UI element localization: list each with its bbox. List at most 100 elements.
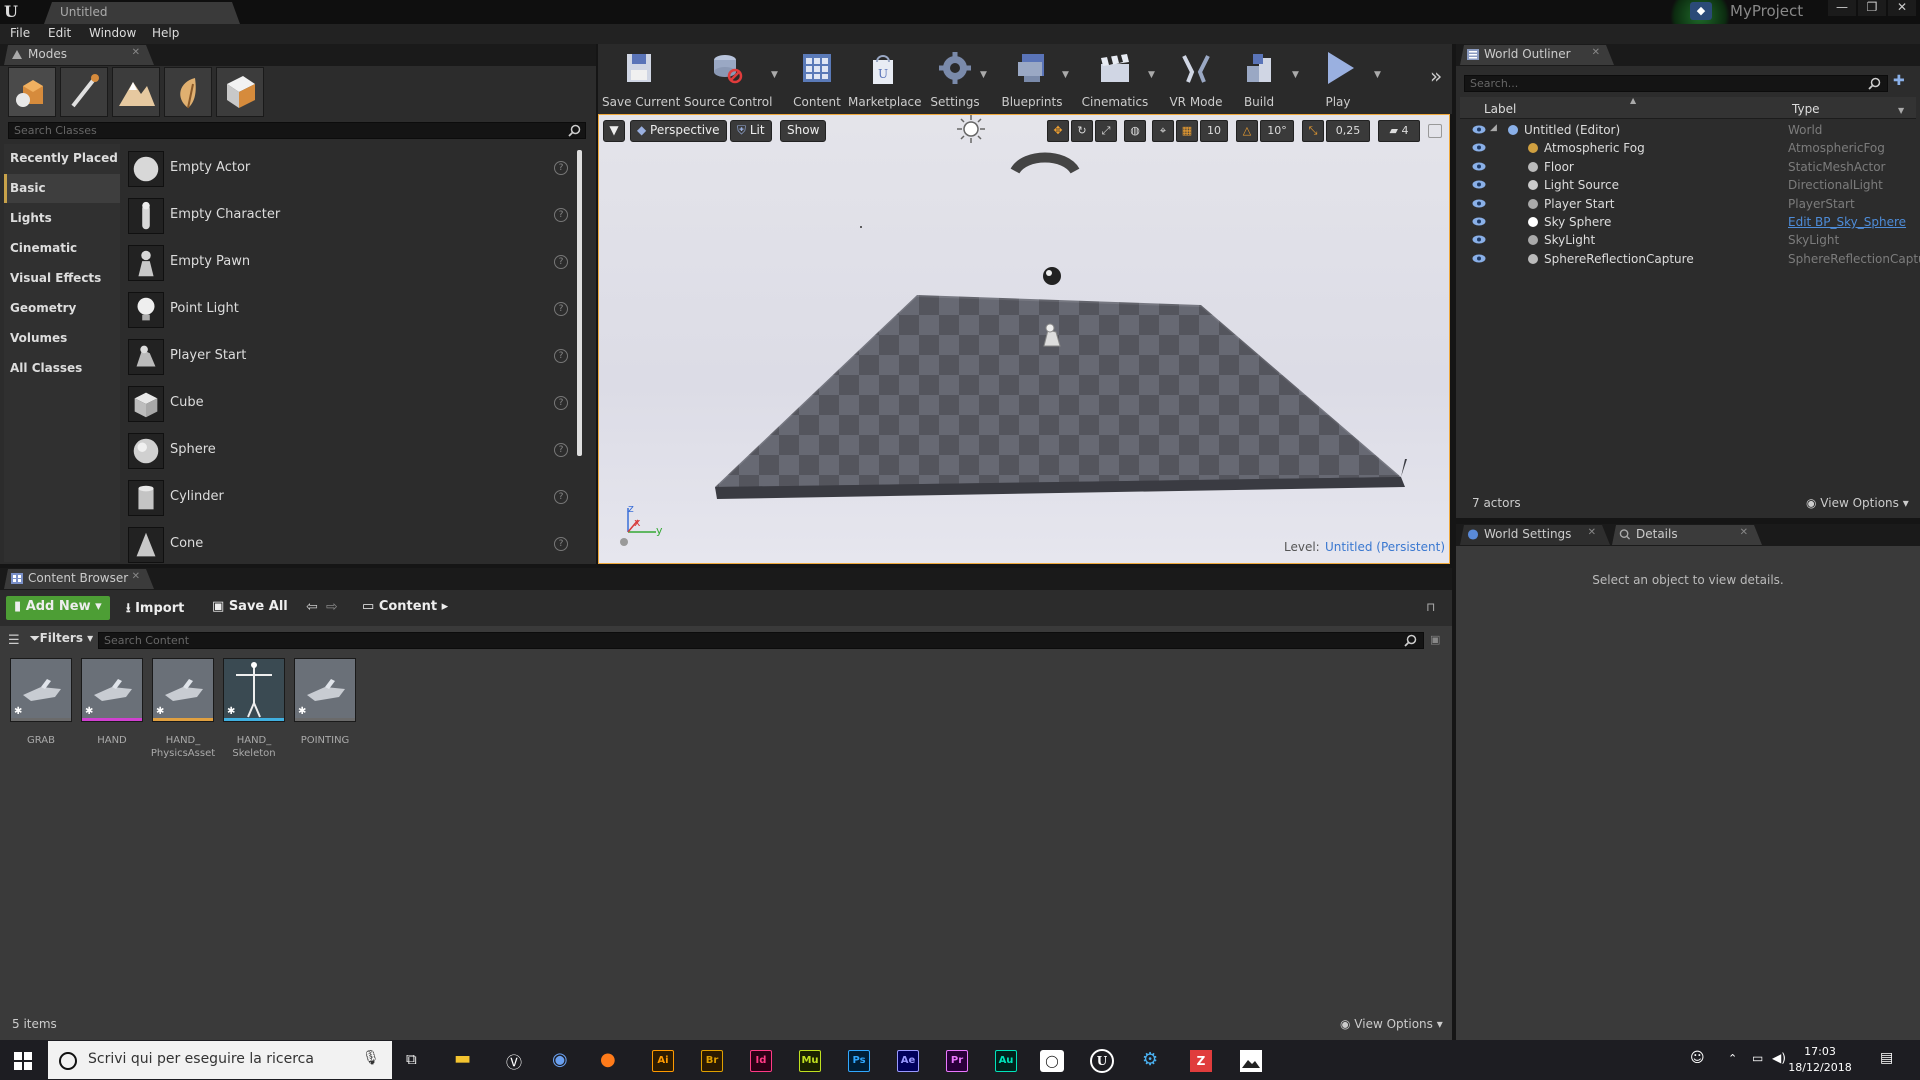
tray-chevron-icon[interactable]: ⌃: [1728, 1052, 1737, 1065]
outliner-row[interactable]: Light Source DirectionalLight: [1466, 177, 1916, 195]
windows-start-icon[interactable]: [14, 1052, 32, 1070]
viewport-options-dropdown[interactable]: ▼: [603, 120, 625, 142]
asset-tile[interactable]: ✱: [294, 658, 356, 722]
show-button[interactable]: Show: [780, 120, 827, 142]
rotation-snap-value[interactable]: 10°: [1260, 120, 1294, 142]
save-current-button[interactable]: Save Current: [602, 48, 680, 110]
asset-tile[interactable]: ✱: [152, 658, 214, 722]
search-icon[interactable]: [1868, 77, 1881, 90]
content-view-options-button[interactable]: ◉ View Options ▾: [1340, 1017, 1443, 1031]
category-recently-placed[interactable]: Recently Placed: [4, 144, 120, 173]
search-classes-input[interactable]: Search Classes: [8, 122, 586, 139]
close-button[interactable]: ✕: [1888, 0, 1916, 16]
outliner-row[interactable]: SphereReflectionCapture SphereReflectionC…: [1466, 251, 1920, 269]
mode-geometry-button[interactable]: [216, 67, 264, 117]
filters-button[interactable]: ⏷Filters ▾: [30, 631, 93, 646]
clock-date[interactable]: 18/12/2018: [1786, 1061, 1854, 1074]
help-icon[interactable]: ?: [554, 349, 568, 363]
visibility-eye-icon[interactable]: [1472, 235, 1486, 244]
scale-snap-icon[interactable]: ⤡: [1302, 120, 1324, 142]
level-viewport[interactable]: [598, 114, 1450, 564]
visibility-eye-icon[interactable]: [1472, 180, 1486, 189]
project-badge-icon[interactable]: ◆: [1690, 2, 1712, 20]
world-space-icon[interactable]: ◍: [1124, 120, 1146, 142]
history-back-icon[interactable]: ⇦: [306, 599, 318, 615]
search-icon[interactable]: [1404, 634, 1417, 647]
filezilla-icon[interactable]: Z: [1190, 1050, 1212, 1072]
blueprints-dropdown-icon[interactable]: ▼: [1062, 70, 1069, 80]
mode-foliage-button[interactable]: [164, 67, 212, 117]
build-button[interactable]: Build: [1236, 48, 1282, 110]
visibility-eye-icon[interactable]: [1472, 125, 1486, 134]
place-item-cone[interactable]: Cone ?: [124, 523, 576, 567]
maximize-viewport-icon[interactable]: [1428, 124, 1442, 138]
rotation-snap-icon[interactable]: △: [1236, 120, 1258, 142]
grid-snap-icon[interactable]: ▦: [1176, 120, 1198, 142]
photos-app-icon[interactable]: [1240, 1050, 1262, 1072]
place-item-sphere[interactable]: Sphere ?: [124, 429, 576, 473]
outliner-row[interactable]: Sky Sphere Edit BP_Sky_Sphere: [1466, 214, 1916, 232]
firefox-icon[interactable]: ●: [600, 1049, 616, 1070]
edit-blueprint-link[interactable]: Edit BP_Sky_Sphere: [1788, 215, 1906, 229]
history-forward-icon[interactable]: ⇨: [326, 599, 338, 615]
place-item-empty-pawn[interactable]: Empty Pawn ?: [124, 241, 576, 285]
sky-sphere-icon[interactable]: [1040, 264, 1064, 288]
place-item-empty-character[interactable]: Empty Character ?: [124, 194, 576, 238]
file-explorer-icon[interactable]: ▬: [454, 1048, 471, 1069]
unreal-logo-icon[interactable]: U: [4, 2, 26, 22]
oculus-icon[interactable]: ◯: [1040, 1050, 1064, 1072]
help-icon[interactable]: ?: [554, 443, 568, 457]
player-start-icon[interactable]: [1040, 322, 1064, 348]
path-chevron-icon[interactable]: ▸: [437, 599, 449, 614]
tab-world-outliner[interactable]: World Outliner ✕: [1460, 45, 1614, 65]
category-visual-effects[interactable]: Visual Effects: [4, 264, 120, 293]
grid-snap-value[interactable]: 10: [1200, 120, 1228, 142]
menu-edit[interactable]: Edit: [48, 26, 71, 40]
close-icon[interactable]: ✕: [1740, 527, 1748, 538]
taskbar-app-ps-icon[interactable]: Ps: [848, 1050, 870, 1072]
visibility-eye-icon[interactable]: [1472, 217, 1486, 226]
close-icon[interactable]: ✕: [132, 47, 140, 58]
tab-modes[interactable]: Modes ✕: [4, 45, 154, 65]
play-button[interactable]: Play: [1314, 48, 1362, 110]
camera-speed-button[interactable]: ▰ 4: [1378, 120, 1420, 142]
chrome-icon[interactable]: ◉: [552, 1049, 568, 1070]
document-tab[interactable]: Untitled: [44, 2, 240, 24]
category-geometry[interactable]: Geometry: [4, 294, 120, 323]
notifications-icon[interactable]: ▤: [1880, 1050, 1893, 1066]
help-icon[interactable]: ?: [554, 302, 568, 316]
taskbar-app-id-icon[interactable]: Id: [750, 1050, 772, 1072]
close-icon[interactable]: ✕: [1588, 527, 1596, 538]
unreal-engine-taskbar-icon[interactable]: U: [1090, 1049, 1114, 1073]
taskbar-app-ae-icon[interactable]: Ae: [897, 1050, 919, 1072]
lock-icon[interactable]: ⊓: [1426, 600, 1435, 614]
visibility-eye-icon[interactable]: [1472, 143, 1486, 152]
scale-tool-icon[interactable]: ⤢: [1095, 120, 1117, 142]
mode-place-button[interactable]: [8, 67, 56, 117]
help-icon[interactable]: ?: [554, 255, 568, 269]
taskbar-app-ai-icon[interactable]: Ai: [652, 1050, 674, 1072]
category-basic[interactable]: Basic: [4, 174, 120, 203]
close-icon[interactable]: ✕: [132, 571, 140, 582]
toolbar-overflow-chevron-icon[interactable]: »: [1430, 64, 1442, 88]
vectorworks-icon[interactable]: Ⓥ: [506, 1049, 522, 1073]
place-item-empty-actor[interactable]: Empty Actor ?: [124, 147, 576, 191]
place-list-scrollbar[interactable]: [577, 150, 582, 456]
help-icon[interactable]: ?: [554, 208, 568, 222]
taskbar-app-au-icon[interactable]: Au: [995, 1050, 1017, 1072]
create-folder-pin-icon[interactable]: ✚: [1893, 73, 1905, 89]
tab-details[interactable]: Details ✕: [1612, 525, 1762, 545]
visibility-eye-icon[interactable]: [1472, 254, 1486, 263]
restore-button[interactable]: ❐: [1858, 0, 1886, 16]
settings-button[interactable]: Settings: [928, 48, 982, 110]
category-lights[interactable]: Lights: [4, 204, 120, 233]
lit-button[interactable]: ⛨ Lit: [730, 120, 772, 142]
place-item-point-light[interactable]: Point Light ?: [124, 288, 576, 332]
content-button[interactable]: Content: [790, 48, 844, 110]
vr-mode-button[interactable]: VR Mode: [1166, 48, 1226, 110]
search-icon[interactable]: [568, 124, 581, 137]
category-all-classes[interactable]: All Classes: [4, 354, 120, 383]
perspective-button[interactable]: ◆ Perspective: [630, 120, 727, 142]
people-icon[interactable]: ☺: [1690, 1050, 1705, 1066]
outliner-row[interactable]: Floor StaticMeshActor: [1466, 159, 1916, 177]
